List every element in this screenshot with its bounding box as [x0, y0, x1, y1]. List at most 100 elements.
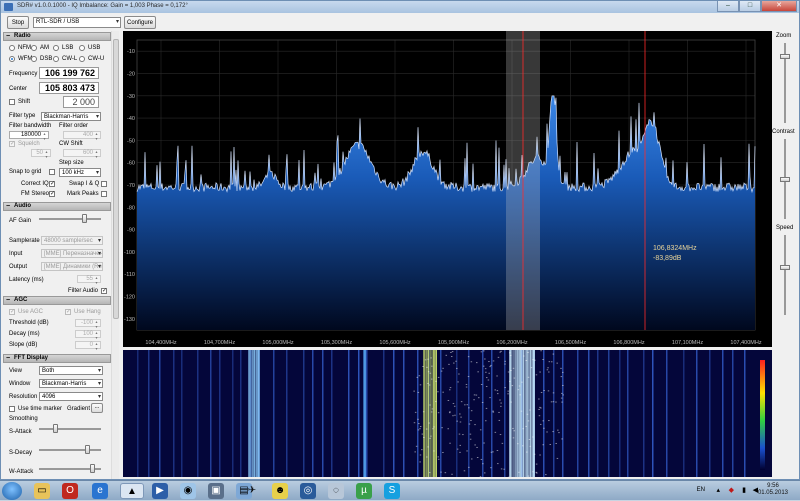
skype-icon[interactable]: S	[384, 483, 400, 499]
swap-iq-checkbox[interactable]	[101, 181, 107, 187]
waterfall-speckle	[418, 423, 420, 424]
scrollbar-thumb[interactable]	[113, 39, 119, 319]
decay-spinner[interactable]: 100	[75, 330, 101, 338]
mode-radio-cw-l[interactable]	[53, 56, 59, 62]
minimize-button[interactable]: –	[717, 1, 739, 12]
plane-icon[interactable]: ✈	[244, 483, 260, 499]
app-icon-4[interactable]: ▣	[208, 483, 224, 499]
view-select[interactable]: Both	[39, 366, 103, 375]
correct-iq-checkbox[interactable]: ✓	[49, 181, 55, 187]
use-hang-checkbox[interactable]: ✓	[65, 309, 71, 315]
mode-radio-am[interactable]	[31, 45, 37, 51]
app-icon-8[interactable]: ◎	[300, 483, 316, 499]
agc-section-header[interactable]: AGC	[3, 296, 111, 305]
x-tick-label: 105,600MHz	[379, 340, 410, 346]
waterfall-plot[interactable]	[123, 350, 772, 477]
utorrent-icon[interactable]: µ	[356, 483, 372, 499]
opera-icon[interactable]: O	[62, 483, 78, 499]
filter-order-spinner[interactable]: 400	[63, 131, 101, 139]
samplerate-select[interactable]: 48000 sample/sec	[41, 236, 103, 245]
waterfall-station	[431, 350, 432, 477]
step-size-select[interactable]: 100 kHz	[59, 168, 101, 177]
waterfall-line	[553, 350, 555, 477]
waterfall-speckle	[492, 411, 494, 412]
tray-up-icon[interactable]: ▴	[716, 486, 720, 494]
tray-icon-1[interactable]: ◆	[729, 486, 734, 494]
cw-shift-spinner[interactable]: 600	[63, 149, 101, 157]
spectrum-analyzer[interactable]: 106,8324MHz-83,89dB -10-20-30-40-50-60-7…	[123, 31, 772, 347]
slider-knob[interactable]	[780, 265, 790, 270]
ie-icon[interactable]: e	[92, 483, 108, 499]
gradient-button[interactable]: ...	[91, 403, 103, 413]
maximize-button[interactable]: □	[739, 1, 761, 12]
network-icon[interactable]: ▮	[742, 486, 746, 494]
frequency-field[interactable]: 106 199 762	[39, 67, 99, 79]
s-attack-slider[interactable]	[39, 424, 101, 433]
close-button[interactable]: ✕	[761, 1, 797, 12]
fm-stereo-checkbox[interactable]: ✓	[49, 191, 55, 197]
device-select[interactable]: RTL-SDR / USB	[33, 17, 121, 28]
app-icon-9[interactable]: ◌	[328, 483, 344, 499]
squelch-label: Squelch	[18, 141, 40, 147]
stop-button[interactable]: Stop	[7, 16, 29, 29]
latency-spinner[interactable]: 55	[77, 275, 101, 283]
clock[interactable]: 9:56 01.05.2013	[758, 483, 788, 497]
mark-peaks-checkbox[interactable]	[101, 191, 107, 197]
speed-slider[interactable]	[780, 235, 790, 315]
slider-knob[interactable]	[85, 445, 90, 454]
spectrum-plot[interactable]: 106,8324MHz-83,89dB -10-20-30-40-50-60-7…	[123, 31, 772, 347]
waterfall-speckle	[514, 430, 516, 431]
mode-radio-wfm[interactable]	[9, 56, 15, 62]
contrast-slider[interactable]	[780, 139, 790, 219]
shift-checkbox[interactable]	[9, 99, 15, 105]
center-field[interactable]: 105 803 473	[39, 82, 99, 94]
w-attack-slider[interactable]	[39, 464, 101, 473]
slider-knob[interactable]	[780, 177, 790, 182]
mode-radio-cw-u[interactable]	[79, 56, 85, 62]
app-icon-7[interactable]: ☻	[272, 483, 288, 499]
filter-bandwidth-spinner[interactable]: 180000	[9, 131, 49, 139]
start-button[interactable]	[2, 482, 22, 500]
mode-radio-lsb[interactable]	[53, 45, 59, 51]
waterfall-speckle	[432, 428, 434, 429]
output-select[interactable]: [MME] Динамики (Rea	[41, 262, 103, 271]
use-agc-checkbox[interactable]: ✓	[9, 309, 15, 315]
input-select[interactable]: [MME] Переназначени	[41, 249, 103, 258]
input-label: Input	[9, 251, 22, 257]
slope-spinner[interactable]: 0	[75, 341, 101, 349]
left-panel-scrollbar[interactable]	[111, 31, 119, 479]
explorer-icon[interactable]: ▭	[34, 483, 50, 499]
mode-radio-nfm[interactable]	[9, 45, 15, 51]
resolution-select[interactable]: 4096	[39, 392, 103, 401]
af-gain-slider[interactable]	[39, 214, 101, 223]
slider-knob[interactable]	[82, 214, 87, 223]
squelch-spinner[interactable]: 50	[31, 149, 51, 157]
filter-type-select[interactable]: Blackman-Harris	[41, 112, 101, 121]
app-icon-2[interactable]: ▶	[152, 483, 168, 499]
app-icon-3[interactable]: ◉	[180, 483, 196, 499]
slider-knob[interactable]	[53, 424, 58, 433]
waterfall-station	[512, 350, 513, 477]
window-select[interactable]: Blackman-Harris	[39, 379, 103, 388]
sdr-task-icon[interactable]: ▲	[120, 483, 144, 499]
zoom-slider[interactable]	[780, 43, 790, 123]
threshold-spinner[interactable]: -100	[75, 319, 101, 327]
language-indicator[interactable]: EN	[697, 487, 705, 493]
x-tick-label: 104,400MHz	[145, 340, 176, 346]
waterfall-speckle	[493, 412, 495, 413]
squelch-checkbox[interactable]: ✓	[9, 141, 15, 147]
mode-radio-dsb[interactable]	[31, 56, 37, 62]
audio-section-header[interactable]: Audio	[3, 202, 111, 211]
slider-knob[interactable]	[780, 54, 790, 59]
slider-knob[interactable]	[90, 464, 95, 473]
radio-section-header[interactable]: Radio	[3, 32, 111, 41]
time-marker-checkbox[interactable]	[9, 406, 15, 412]
configure-button[interactable]: Configure	[124, 16, 156, 29]
shift-field[interactable]: 2 000	[63, 96, 99, 108]
waterfall-display[interactable]	[123, 350, 772, 477]
snap-checkbox[interactable]	[49, 169, 55, 175]
s-decay-slider[interactable]	[39, 445, 101, 454]
mode-radio-usb[interactable]	[79, 45, 85, 51]
fft-section-header[interactable]: FFT Display	[3, 354, 111, 363]
filter-audio-checkbox[interactable]: ✓	[101, 288, 107, 294]
